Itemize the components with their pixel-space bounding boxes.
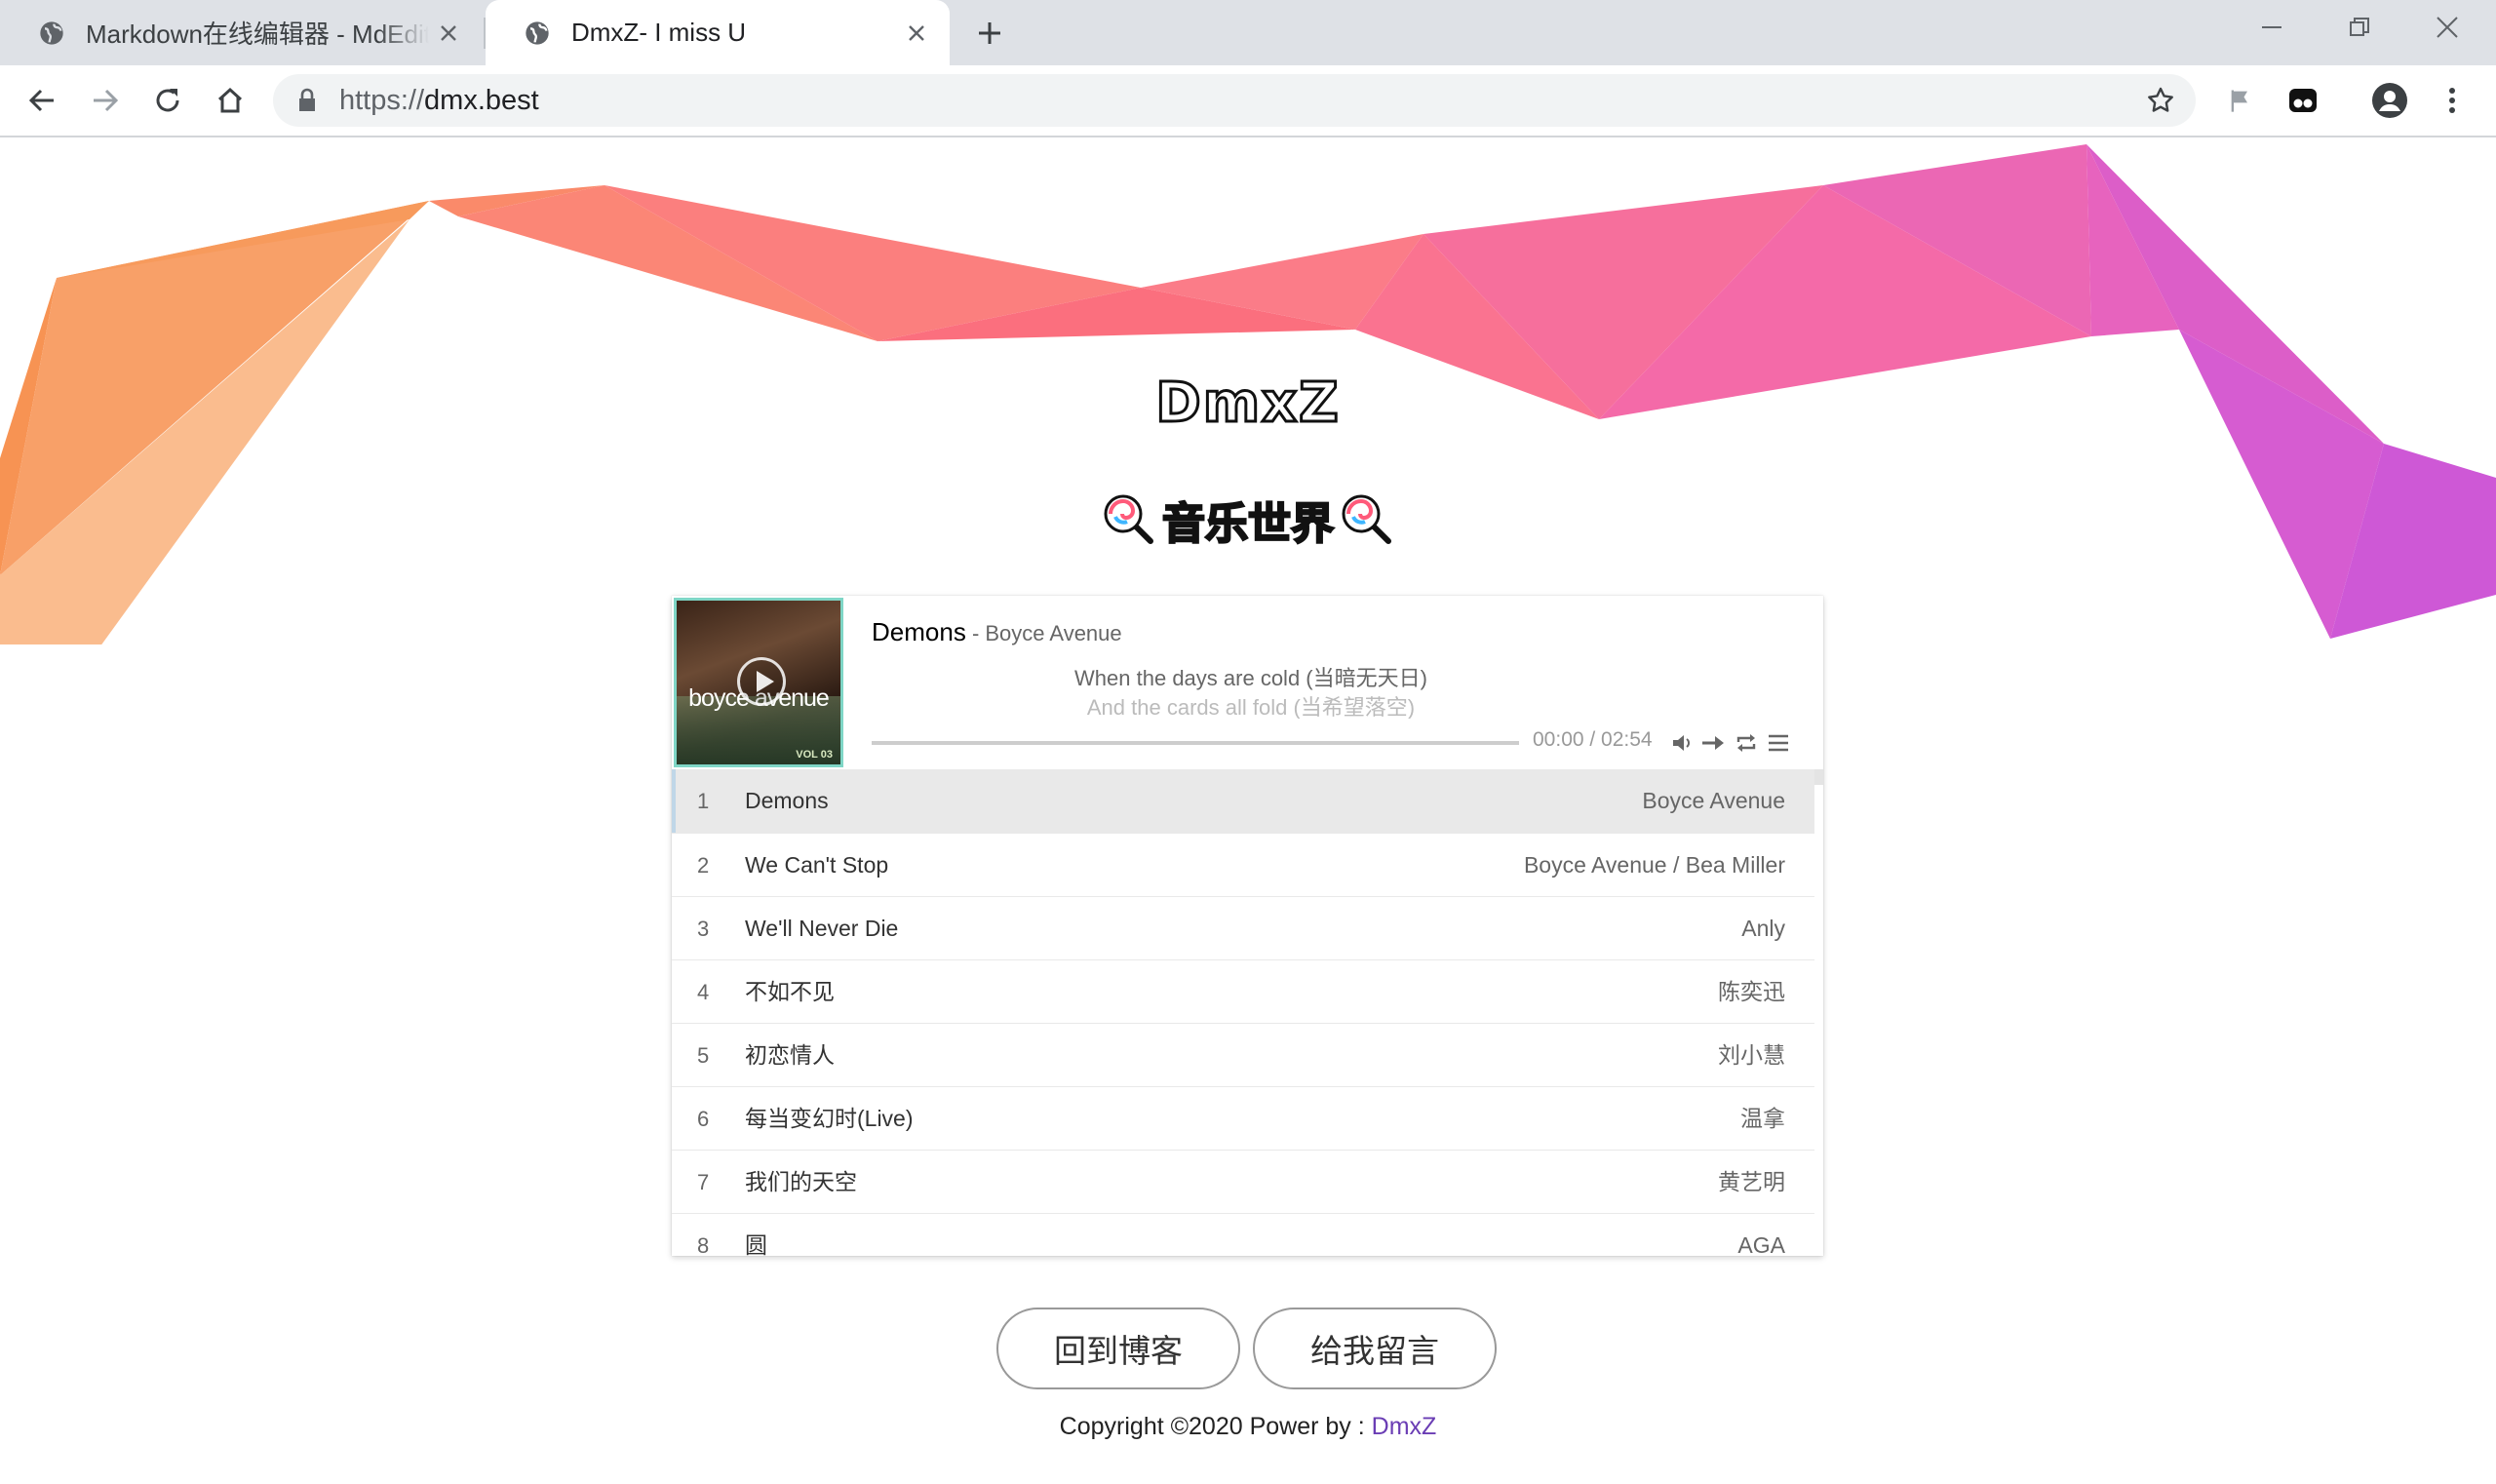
tab-dmxz[interactable]: DmxZ- I miss U — [486, 0, 950, 65]
playlist-row-title: 每当变幻时(Live) — [745, 1106, 914, 1131]
playlist-row-title: Demons — [745, 788, 829, 813]
extension-icon[interactable] — [2280, 77, 2326, 124]
time-display: 00:00 / 02:54 — [1533, 728, 1653, 751]
playlist-row-artist: 刘小慧 — [1718, 1042, 1785, 1068]
play-order-icon[interactable] — [1698, 728, 1728, 758]
playlist-toggle-icon[interactable] — [1764, 728, 1793, 758]
tab-strip: Markdown在线编辑器 - MdEditor DmxZ- I miss U — [0, 0, 2496, 65]
playlist-row[interactable]: 7 我们的天空 黄艺明 — [672, 1150, 1814, 1213]
playlist-row-artist: 温拿 — [1740, 1106, 1785, 1131]
volume-icon[interactable] — [1667, 728, 1696, 758]
flag-extension-icon[interactable] — [2217, 77, 2264, 124]
address-bar[interactable]: https://dmx.best — [273, 74, 2196, 127]
playlist-row-index: 3 — [697, 917, 710, 941]
playlist-row-title: 不如不见 — [745, 979, 835, 1004]
playlist-row-title: 圆 — [745, 1232, 767, 1256]
browser-toolbar: https://dmx.best — [0, 65, 2496, 137]
lyric-line-next: And the cards all fold (当希望落空) — [1086, 695, 1416, 719]
playlist-row-artist: AGA — [1737, 1232, 1785, 1256]
playlist-row-index: 2 — [697, 853, 710, 878]
loop-icon[interactable] — [1732, 728, 1761, 758]
music-world-title: 音乐世界 — [1161, 498, 1335, 550]
lock-icon[interactable] — [296, 87, 318, 119]
album-cover[interactable]: boyce avenue VOL 03 — [674, 598, 843, 767]
new-tab-button[interactable] — [968, 12, 1011, 55]
playlist-row-title: We Can't Stop — [745, 852, 889, 878]
playlist-row[interactable]: 8 圆 AGA — [672, 1213, 1814, 1256]
playlist-row[interactable]: 5 初恋情人 刘小慧 — [672, 1023, 1814, 1086]
copyright-text: Copyright ©2020 Power by : — [1059, 1413, 1372, 1440]
playlist-row-title: 我们的天空 — [745, 1169, 857, 1194]
tab-title: Markdown在线编辑器 - MdEditor — [86, 20, 429, 49]
copyright-footer: Copyright ©2020 Power by : DmxZ — [0, 1413, 2496, 1441]
playlist: 1 Demons Boyce Avenue 2 We Can't Stop Boyce A… — [672, 769, 1814, 1256]
playlist-row-index: 5 — [697, 1043, 710, 1068]
now-playing-artist: - Boyce Avenue — [965, 621, 1122, 645]
page-content: DmxZ 音乐世界 boyce avenue VOL 03 Demons - B… — [0, 137, 2496, 1484]
globe-icon — [523, 19, 552, 48]
playlist-row-artist: Boyce Avenue — [1642, 788, 1785, 813]
tab-title: DmxZ- I miss U — [571, 18, 747, 47]
globe-icon — [37, 19, 66, 48]
playlist-scrollbar[interactable] — [1814, 769, 1823, 1256]
playlist-row-title: 初恋情人 — [745, 1042, 835, 1068]
lyric-line-current: When the days are cold (当暗无天日) — [1074, 666, 1427, 690]
back-to-blog-button[interactable]: 回到博客 — [996, 1308, 1240, 1389]
menu-kebab-icon[interactable] — [2429, 77, 2476, 124]
lollipop-icon — [1342, 494, 1391, 544]
url-text: https://dmx.best — [339, 85, 539, 116]
copyright-link[interactable]: DmxZ — [1372, 1413, 1437, 1440]
playlist-row[interactable]: 4 不如不见 陈奕迅 — [672, 959, 1814, 1023]
now-playing-info: Demons - Boyce Avenue — [872, 617, 1808, 647]
playlist-row[interactable]: 2 We Can't Stop Boyce Avenue / Bea Miller — [672, 833, 1814, 896]
play-button[interactable] — [737, 657, 786, 706]
music-player: boyce avenue VOL 03 Demons - Boyce Avenu… — [672, 596, 1823, 1256]
playlist-row-artist: 黄艺明 — [1718, 1169, 1785, 1194]
leave-message-button[interactable]: 给我留言 — [1253, 1308, 1497, 1389]
lollipop-icon — [1104, 494, 1153, 544]
site-logo: DmxZ — [1154, 371, 1341, 437]
playlist-row-artist: Boyce Avenue / Bea Miller — [1523, 852, 1785, 878]
music-world-heading: 音乐世界 — [1072, 488, 1424, 551]
playlist-row-index: 8 — [697, 1233, 710, 1256]
playlist-row[interactable]: 6 每当变幻时(Live) 温拿 — [672, 1086, 1814, 1150]
playlist-scrollbar-thumb[interactable] — [1814, 769, 1823, 785]
forward-button[interactable] — [82, 77, 129, 124]
minimize-button[interactable] — [2228, 0, 2316, 55]
playlist-row-index: 4 — [697, 980, 710, 1004]
bookmark-star-icon[interactable] — [2145, 85, 2176, 121]
playlist-row-artist: Anly — [1741, 916, 1785, 941]
playlist-row[interactable]: 3 We'll Never Die Anly — [672, 896, 1814, 959]
back-button[interactable] — [19, 77, 65, 124]
reload-button[interactable] — [144, 77, 191, 124]
restore-button[interactable] — [2316, 0, 2403, 55]
playlist-row-index: 1 — [697, 789, 710, 813]
playlist-row-title: We'll Never Die — [745, 916, 899, 941]
cover-volume-text: VOL 03 — [796, 749, 833, 761]
profile-avatar-icon[interactable] — [2366, 77, 2413, 124]
tab-mdeditor[interactable]: Markdown在线编辑器 - MdEditor — [0, 0, 482, 65]
lyrics-panel: When the days are cold (当暗无天日) And the c… — [861, 664, 1641, 719]
playlist-row-index: 7 — [697, 1170, 710, 1194]
now-playing-title: Demons — [872, 617, 966, 646]
playlist-row-artist: 陈奕迅 — [1718, 979, 1785, 1004]
close-window-button[interactable] — [2403, 0, 2491, 55]
close-tab-icon[interactable] — [429, 14, 468, 53]
close-tab-icon[interactable] — [897, 14, 936, 53]
progress-bar[interactable] — [872, 741, 1519, 745]
home-button[interactable] — [207, 77, 254, 124]
playlist-row-index: 6 — [697, 1107, 710, 1131]
playlist-row[interactable]: 1 Demons Boyce Avenue — [672, 769, 1814, 833]
